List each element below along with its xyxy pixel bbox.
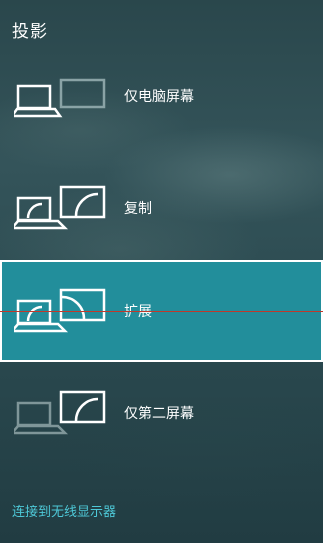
option-second-screen-only[interactable]: 仅第二屏幕 [0, 362, 323, 464]
option-label: 仅第二屏幕 [124, 406, 194, 422]
indicator-line [0, 311, 323, 312]
option-label: 复制 [124, 201, 152, 217]
duplicate-icon [14, 185, 106, 230]
option-label: 仅电脑屏幕 [124, 89, 194, 105]
panel-title: 投影 [12, 22, 48, 42]
option-duplicate[interactable]: 复制 [0, 157, 323, 259]
extend-icon [14, 288, 106, 333]
connect-wireless-display-link[interactable]: 连接到无线显示器 [12, 501, 116, 520]
pc-screen-only-icon [14, 78, 106, 118]
option-pc-screen-only[interactable]: 仅电脑屏幕 [0, 45, 323, 147]
second-screen-only-icon [14, 390, 106, 435]
